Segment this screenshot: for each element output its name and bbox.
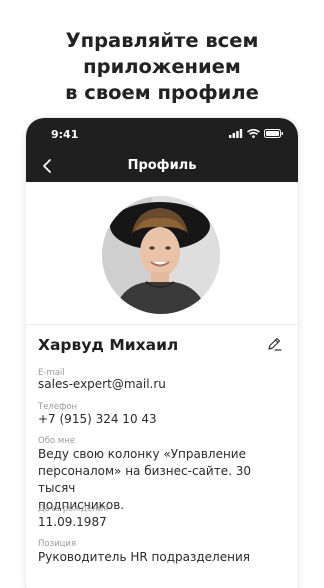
headline-line-2: приложением bbox=[83, 55, 241, 78]
signal-icon bbox=[229, 129, 243, 138]
status-time: 9:41 bbox=[51, 128, 79, 141]
divider bbox=[26, 324, 298, 325]
about-line-2: персоналом» на бизнес-сайте. 30 тысяч bbox=[38, 464, 251, 495]
page-title: Профиль bbox=[127, 158, 197, 173]
avatar[interactable] bbox=[102, 196, 220, 314]
avatar-photo bbox=[102, 196, 220, 314]
birthdate-label: Дата рождения bbox=[38, 504, 109, 514]
email-value: sales-expert@mail.ru bbox=[38, 377, 166, 391]
headline-line-3: в своем профиле bbox=[65, 81, 259, 104]
phone-value: +7 (915) 324 10 43 bbox=[38, 412, 157, 426]
wifi-icon bbox=[247, 129, 260, 138]
about-line-1: Веду свою колонку «Управление bbox=[38, 447, 246, 461]
status-icons bbox=[229, 129, 284, 138]
birthdate-value: 11.09.1987 bbox=[38, 515, 107, 529]
position-label: Позиция bbox=[38, 539, 77, 549]
pencil-edit-icon[interactable] bbox=[266, 336, 282, 352]
promo-headline: Управляйте всем приложением в своем проф… bbox=[0, 28, 324, 106]
phone-screen: 9:41 Профиль Харвуд Михаил E-mail sales-… bbox=[26, 118, 298, 588]
position-value: Руководитель HR подразделения bbox=[38, 550, 250, 564]
top-bar: 9:41 Профиль bbox=[26, 118, 298, 182]
headline-line-1: Управляйте всем bbox=[65, 29, 259, 52]
about-label: Обо мне bbox=[38, 436, 76, 446]
profile-name: Харвуд Михаил bbox=[38, 336, 179, 354]
battery-icon bbox=[264, 129, 283, 138]
